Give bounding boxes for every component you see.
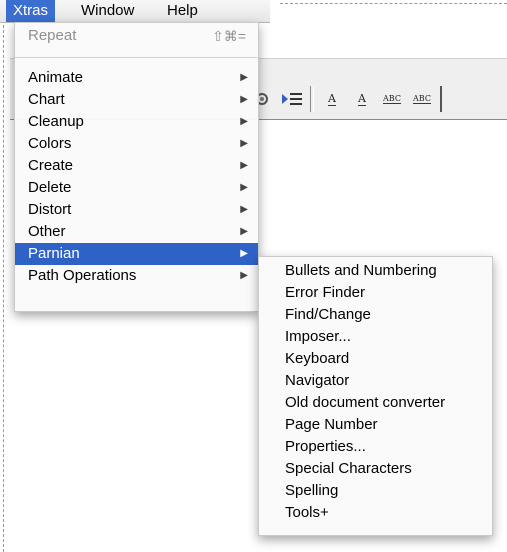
submenu-arrow-icon: ▶ [240,138,248,149]
submenu-item-find-change[interactable]: Find/Change [259,304,492,325]
toolbar-separator [310,86,314,112]
submenu-item-navigator[interactable]: Navigator [259,370,492,391]
page-border-left [3,0,4,552]
menu-item-colors[interactable]: Colors ▶ [15,133,258,155]
menu-item-other[interactable]: Other ▶ [15,221,258,243]
tracking-a-icon[interactable]: A [320,88,344,110]
submenu-arrow-icon: ▶ [240,226,248,237]
menu-item-delete[interactable]: Delete ▶ [15,177,258,199]
menu-item-repeat[interactable]: Repeat ⇧⌘= [15,25,258,47]
toolbar-strip: A A ABC ABC [250,83,478,115]
submenu-arrow-icon: ▶ [240,248,248,259]
menu-item-repeat-label: Repeat [28,27,77,44]
menu-item-label: Path Operations [28,267,137,284]
submenu-arrow-icon: ▶ [240,94,248,105]
submenu-arrow-icon: ▶ [240,116,248,127]
abc-superscript-label: ABC [413,94,431,104]
parnian-submenu: Bullets and Numbering Error Finder Find/… [258,256,493,536]
xtras-menu: Repeat ⇧⌘= Animate ▶ Chart ▶ Cleanup ▶ Colo… [14,22,259,312]
submenu-arrow-icon: ▶ [240,182,248,193]
submenu-item-page-number[interactable]: Page Number [259,414,492,435]
submenu-item-keyboard[interactable]: Keyboard [259,348,492,369]
submenu-item-spelling[interactable]: Spelling [259,480,492,501]
submenu-item-tools-plus[interactable]: Tools+ [259,502,492,523]
menu-item-label: Other [28,223,66,240]
page-border-top [280,3,507,4]
submenu-item-properties[interactable]: Properties... [259,436,492,457]
submenu-arrow-icon: ▶ [240,204,248,215]
menu-item-create[interactable]: Create ▶ [15,155,258,177]
submenu-arrow-icon: ▶ [240,160,248,171]
text-indent-icon[interactable] [280,88,304,110]
menu-item-label: Animate [28,69,84,86]
menu-item-label: Cleanup [28,113,84,130]
menu-bar: Xtras Window Help [0,0,270,23]
menu-item-parnian[interactable]: Parnian ▶ [15,243,258,265]
menu-xtras[interactable]: Xtras [6,0,56,22]
submenu-item-old-document-converter[interactable]: Old document converter [259,392,492,413]
abc-baseline-icon[interactable]: ABC [380,88,404,110]
abc-superscript-icon[interactable]: ABC [410,88,434,110]
menu-window[interactable]: Window [74,0,141,22]
submenu-item-imposer[interactable]: Imposer... [259,326,492,347]
tracking-a2-label: A [358,92,366,106]
menu-item-chart[interactable]: Chart ▶ [15,89,258,111]
menu-item-label: Create [28,157,74,174]
menu-item-label: Delete [28,179,72,196]
submenu-item-error-finder[interactable]: Error Finder [259,282,492,303]
menu-item-label: Colors [28,135,72,152]
menu-item-label: Distort [28,201,72,218]
submenu-arrow-icon: ▶ [240,72,248,83]
menu-item-distort[interactable]: Distort ▶ [15,199,258,221]
toolbar-end [440,86,446,112]
tracking-a-label: A [328,92,336,106]
tracking-a2-icon[interactable]: A [350,88,374,110]
menu-item-animate[interactable]: Animate ▶ [15,67,258,89]
abc-baseline-label: ABC [383,94,401,104]
menu-item-path-operations[interactable]: Path Operations ▶ [15,265,258,287]
menu-item-cleanup[interactable]: Cleanup ▶ [15,111,258,133]
repeat-shortcut: ⇧⌘= [212,28,246,44]
menu-item-label: Parnian [28,245,80,262]
submenu-item-bullets-and-numbering[interactable]: Bullets and Numbering [259,260,492,281]
menu-help[interactable]: Help [160,0,205,22]
menu-item-label: Chart [28,91,65,108]
submenu-item-special-characters[interactable]: Special Characters [259,458,492,479]
menu-separator [15,57,258,58]
submenu-arrow-icon: ▶ [240,270,248,281]
